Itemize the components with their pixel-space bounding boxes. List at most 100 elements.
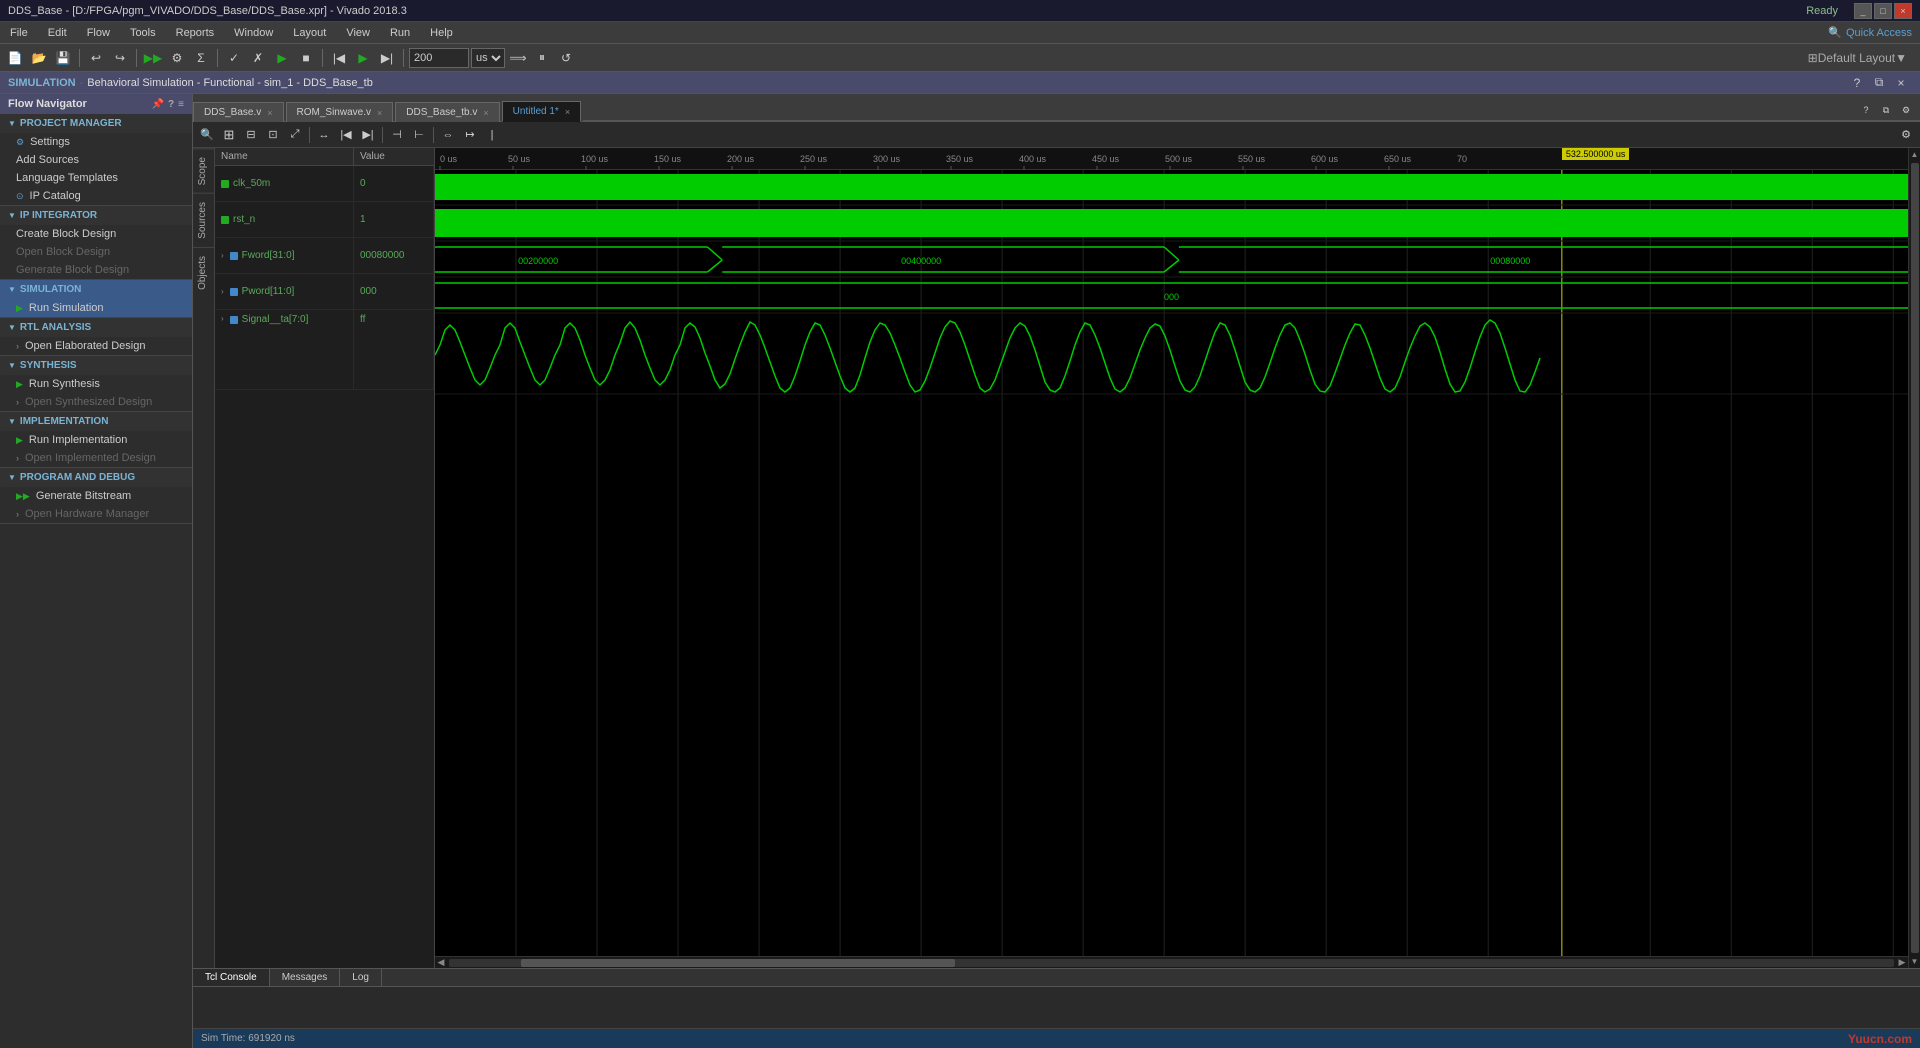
wave-cursor-link[interactable]: ⇔ bbox=[438, 125, 458, 145]
wave-prev-cursor[interactable]: ↔ bbox=[314, 125, 334, 145]
check-button[interactable]: ✓ bbox=[223, 47, 245, 69]
tab-rom-sinwave[interactable]: ROM_Sinwave.v × bbox=[286, 102, 394, 122]
nav-open-elaborated[interactable]: › Open Elaborated Design bbox=[0, 337, 192, 355]
signal-row-fword[interactable]: › Fword[31:0] 00080000 bbox=[215, 238, 434, 274]
nav-run-simulation[interactable]: ▶ Run Simulation bbox=[0, 299, 192, 317]
nav-run-synthesis[interactable]: ▶ Run Synthesis bbox=[0, 375, 192, 393]
menu-view[interactable]: View bbox=[336, 22, 380, 43]
redo-button[interactable]: ↪ bbox=[109, 47, 131, 69]
wave-to-start[interactable]: |◀ bbox=[336, 125, 356, 145]
close-button[interactable]: × bbox=[1894, 3, 1912, 19]
tab-messages[interactable]: Messages bbox=[270, 969, 341, 986]
refresh-button[interactable]: ↺ bbox=[555, 47, 577, 69]
program-debug-header[interactable]: ▼ PROGRAM AND DEBUG bbox=[0, 468, 192, 487]
wave-zoom-out-btn[interactable]: ⊟ bbox=[241, 125, 261, 145]
open-button[interactable]: 📂 bbox=[28, 47, 50, 69]
step-button[interactable]: ▶| bbox=[376, 47, 398, 69]
maximize-button[interactable]: □ bbox=[1874, 3, 1892, 19]
layout-button[interactable]: ⊞ Default Layout ▼ bbox=[1799, 47, 1916, 69]
signal-row-clk[interactable]: clk_50m 0 bbox=[215, 166, 434, 202]
tab-float-button[interactable]: ⧉ bbox=[1876, 100, 1896, 120]
waveform-display[interactable]: 0 us 50 us 100 us 150 us 200 us 250 us 3… bbox=[435, 148, 1908, 968]
tab-tcl-console[interactable]: Tcl Console bbox=[193, 969, 270, 986]
nav-create-block-design[interactable]: Create Block Design bbox=[0, 225, 192, 243]
ta-expand-icon[interactable]: › bbox=[221, 314, 224, 323]
wave-jump-cursor[interactable]: ↦ bbox=[460, 125, 480, 145]
save-button[interactable]: 💾 bbox=[52, 47, 74, 69]
cross-button[interactable]: ✗ bbox=[247, 47, 269, 69]
sim-float-button[interactable]: ⧉ bbox=[1868, 72, 1890, 94]
run-time-button[interactable]: ⟹ bbox=[507, 47, 529, 69]
tab-dds-base-tb-close[interactable]: × bbox=[483, 108, 488, 118]
menu-window[interactable]: Window bbox=[224, 22, 283, 43]
tab-dds-base-close[interactable]: × bbox=[267, 108, 272, 118]
tab-dds-base[interactable]: DDS_Base.v × bbox=[193, 102, 284, 122]
tab-log[interactable]: Log bbox=[340, 969, 382, 986]
menu-reports[interactable]: Reports bbox=[166, 22, 225, 43]
menu-flow[interactable]: Flow bbox=[77, 22, 120, 43]
minimize-button[interactable]: _ bbox=[1854, 3, 1872, 19]
menu-help[interactable]: Help bbox=[420, 22, 463, 43]
menu-file[interactable]: File bbox=[0, 22, 38, 43]
sim-help-button[interactable]: ? bbox=[1846, 72, 1868, 94]
fword-expand-icon[interactable]: › bbox=[221, 251, 224, 260]
tab-dds-base-tb[interactable]: DDS_Base_tb.v × bbox=[395, 102, 499, 122]
nav-pin-button[interactable]: 📌 bbox=[152, 99, 164, 110]
scroll-down-button[interactable]: ▼ bbox=[1909, 955, 1920, 968]
tab-help-button[interactable]: ? bbox=[1856, 100, 1876, 120]
nav-run-implementation[interactable]: ▶ Run Implementation bbox=[0, 431, 192, 449]
wave-to-end[interactable]: ▶| bbox=[358, 125, 378, 145]
simulation-header[interactable]: ▼ SIMULATION bbox=[0, 280, 192, 299]
tab-untitled[interactable]: Untitled 1* × bbox=[502, 101, 581, 122]
scope-label[interactable]: Scope bbox=[193, 148, 214, 193]
wave-fit-all[interactable]: ⤢ bbox=[285, 125, 305, 145]
h-scroll-thumb[interactable] bbox=[521, 959, 955, 967]
wave-zoom-fit[interactable]: 🔍 bbox=[197, 125, 217, 145]
quick-access-button[interactable]: 🔍 Quick Access bbox=[1820, 26, 1920, 39]
nav-generate-bitstream[interactable]: ▶▶ Generate Bitstream bbox=[0, 487, 192, 505]
tab-rom-sinwave-close[interactable]: × bbox=[377, 108, 382, 118]
right-scrollbar[interactable]: ▲ ▼ bbox=[1908, 148, 1920, 968]
sigma-button[interactable]: Σ bbox=[190, 47, 212, 69]
stop-button[interactable]: ■ bbox=[295, 47, 317, 69]
tab-untitled-close[interactable]: × bbox=[565, 107, 570, 117]
settings-button[interactable]: ⚙ bbox=[166, 47, 188, 69]
implementation-header[interactable]: ▼ IMPLEMENTATION bbox=[0, 412, 192, 431]
objects-label[interactable]: Objects bbox=[193, 247, 214, 298]
nav-language-templates[interactable]: Language Templates bbox=[0, 169, 192, 187]
wave-settings-btn[interactable]: ⚙ bbox=[1896, 125, 1916, 145]
time-unit-select[interactable]: us ns ps bbox=[471, 48, 505, 68]
wave-cursor-1[interactable]: ⊣ bbox=[387, 125, 407, 145]
h-scroll-left[interactable]: ◀ bbox=[435, 957, 447, 968]
wave-add-marker[interactable]: | bbox=[482, 125, 502, 145]
pword-expand-icon[interactable]: › bbox=[221, 287, 224, 296]
menu-tools[interactable]: Tools bbox=[120, 22, 166, 43]
h-scroll-track[interactable] bbox=[449, 959, 1894, 967]
h-scrollbar[interactable]: ◀ ▶ bbox=[435, 956, 1908, 968]
wave-cursor-2[interactable]: ⊢ bbox=[409, 125, 429, 145]
nav-settings-button[interactable]: ≡ bbox=[178, 99, 184, 110]
pause-button[interactable]: ⏸ bbox=[531, 47, 553, 69]
ip-integrator-header[interactable]: ▼ IP INTEGRATOR bbox=[0, 206, 192, 225]
play-button[interactable]: ▶ bbox=[352, 47, 374, 69]
menu-layout[interactable]: Layout bbox=[283, 22, 336, 43]
menu-run[interactable]: Run bbox=[380, 22, 420, 43]
new-button[interactable]: 📄 bbox=[4, 47, 26, 69]
menu-edit[interactable]: Edit bbox=[38, 22, 77, 43]
scroll-up-button[interactable]: ▲ bbox=[1909, 148, 1920, 161]
time-input[interactable] bbox=[409, 48, 469, 68]
sim-close-button[interactable]: × bbox=[1890, 72, 1912, 94]
nav-settings[interactable]: ⚙ Settings bbox=[0, 133, 192, 151]
rtl-analysis-header[interactable]: ▼ RTL ANALYSIS bbox=[0, 318, 192, 337]
impl-button[interactable]: ▶ bbox=[271, 47, 293, 69]
undo-button[interactable]: ↩ bbox=[85, 47, 107, 69]
nav-help-button[interactable]: ? bbox=[168, 99, 174, 110]
restart-button[interactable]: |◀ bbox=[328, 47, 350, 69]
run-all-button[interactable]: ▶▶ bbox=[142, 47, 164, 69]
project-manager-header[interactable]: ▼ PROJECT MANAGER bbox=[0, 114, 192, 133]
nav-add-sources[interactable]: Add Sources bbox=[0, 151, 192, 169]
signal-row-signal-ta[interactable]: › Signal__ta[7:0] ff bbox=[215, 310, 434, 390]
tab-settings-button[interactable]: ⚙ bbox=[1896, 100, 1916, 120]
wave-zoom-sel[interactable]: ⊡ bbox=[263, 125, 283, 145]
scroll-thumb[interactable] bbox=[1911, 163, 1919, 953]
